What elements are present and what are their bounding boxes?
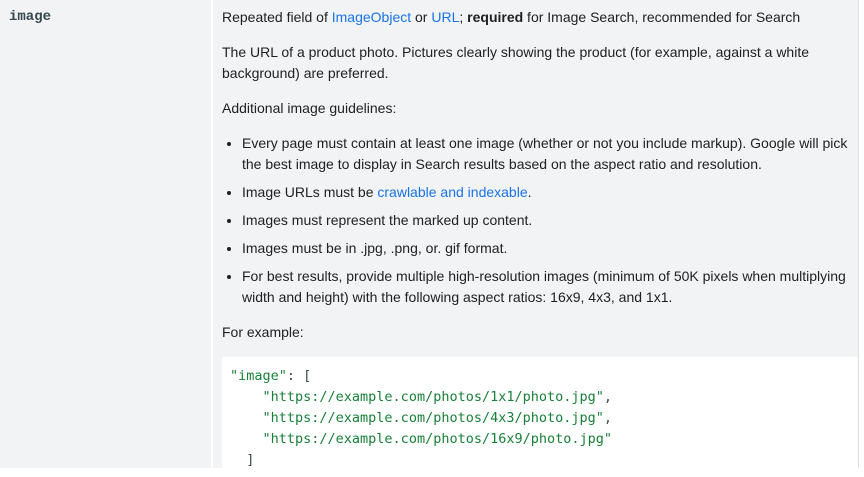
url-link[interactable]: URL <box>431 9 459 25</box>
list-item: Images must be in .jpg, .png, or. gif fo… <box>242 238 848 259</box>
code-comma: , <box>603 410 613 426</box>
code-example[interactable]: "image": [ "https://example.com/photos/1… <box>222 357 858 477</box>
list-item: Image URLs must be crawlable and indexab… <box>242 182 848 203</box>
code-url: "https://example.com/photos/1x1/photo.jp… <box>262 389 604 405</box>
example-label: For example: <box>222 324 304 340</box>
list-item: Every page must contain at least one ima… <box>242 133 848 175</box>
crawlable-link[interactable]: crawlable and indexable <box>377 184 527 200</box>
description-summary: The URL of a product photo. Pictures cle… <box>222 44 810 81</box>
guidelines-list: Every page must contain at least one ima… <box>222 133 848 308</box>
crawlable-suffix: . <box>527 184 532 200</box>
type-suffix: for Image Search, recommended for Search <box>523 9 801 25</box>
guidelines-heading: Additional image guidelines: <box>222 100 397 116</box>
code-key: "image" <box>230 368 287 384</box>
list-item: Images must represent the marked up cont… <box>242 210 848 231</box>
property-description-cell: Repeated field of ImageObject or URL; re… <box>213 0 858 477</box>
code-url: "https://example.com/photos/4x3/photo.jp… <box>262 410 604 426</box>
type-or: or <box>411 9 432 25</box>
list-item: For best results, provide multiple high-… <box>242 266 848 308</box>
type-semicolon: ; <box>459 9 468 25</box>
code-url: "https://example.com/photos/16x9/photo.j… <box>262 431 613 447</box>
property-name-cell: image <box>0 0 213 468</box>
code-comma: , <box>603 389 613 405</box>
code-close-bracket: ] <box>246 452 255 468</box>
property-name: image <box>9 9 52 25</box>
type-prefix: Repeated field of <box>222 9 332 25</box>
type-line: Repeated field of ImageObject or URL; re… <box>222 7 848 28</box>
property-table-row: image Repeated field of ImageObject or U… <box>0 0 859 477</box>
crawlable-prefix: Image URLs must be <box>242 184 378 200</box>
code-colon-bracket: : [ <box>286 368 312 384</box>
required-label: required <box>467 9 524 25</box>
imageobject-link[interactable]: ImageObject <box>332 9 411 25</box>
